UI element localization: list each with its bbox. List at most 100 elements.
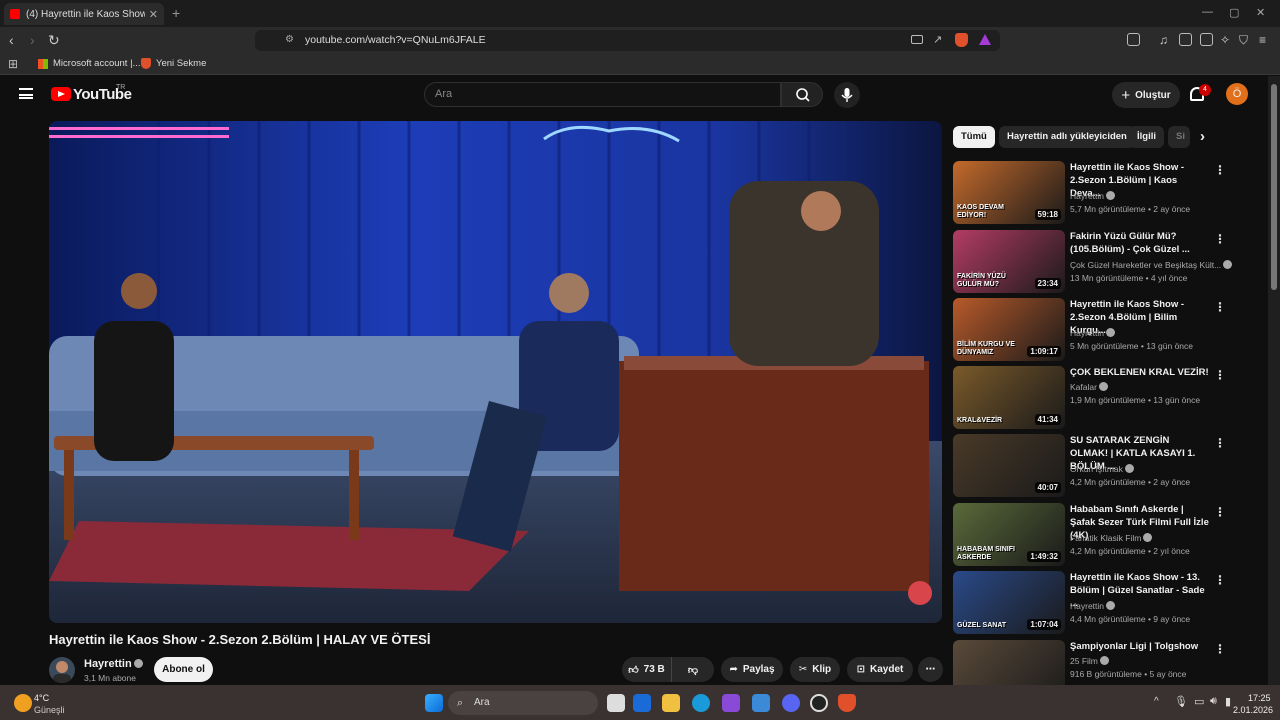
sidebar-icon[interactable] xyxy=(1179,33,1192,46)
apps-grid-icon[interactable]: ⊞ xyxy=(8,57,18,71)
site-info-icon[interactable]: ⚙ xyxy=(285,34,294,45)
media-icon[interactable]: ♫ xyxy=(1159,31,1168,49)
recommendation-item[interactable]: GÜZEL SANAT 1:07:04 Hayrettin ile Kaos Sho… xyxy=(953,571,1268,635)
close-window-icon[interactable]: ✕ xyxy=(1256,6,1265,19)
recommendation-title[interactable]: Şampiyonlar Ligi | Tolgshow xyxy=(1070,640,1210,653)
close-tab-icon[interactable]: ✕ xyxy=(149,8,158,21)
more-vertical-icon[interactable]: ⋮ xyxy=(1214,300,1226,314)
video-thumbnail[interactable]: 40:07 xyxy=(953,434,1065,497)
like-button[interactable]: 👍︎ 73 B xyxy=(622,657,672,682)
video-thumbnail[interactable]: BİLİM KURGU VE DÜNYAMIZ 1:09:17 xyxy=(953,298,1065,361)
channel-name[interactable]: Hayrettin xyxy=(84,658,143,670)
browser-tab[interactable]: (4) Hayrettin ile Kaos Show - 2.Se ✕ xyxy=(4,3,164,25)
more-vertical-icon[interactable]: ⋮ xyxy=(1214,642,1226,656)
recommendation-channel[interactable]: Hayrettin xyxy=(1070,601,1116,611)
clip-button[interactable]: ✂ Klip xyxy=(790,657,840,682)
clock-time[interactable]: 17:25 xyxy=(1248,693,1271,703)
bookmark-microsoft[interactable]: Microsoft account |... xyxy=(38,58,140,69)
battery-icon[interactable]: ▮ xyxy=(1225,695,1231,708)
video-player[interactable] xyxy=(49,121,942,623)
clock-date[interactable]: 2.01.2026 xyxy=(1233,705,1273,715)
cast-icon[interactable] xyxy=(911,35,923,44)
chip-from-uploader[interactable]: Hayrettin adlı yükleyiciden xyxy=(999,126,1135,148)
store-icon[interactable] xyxy=(752,694,770,712)
recommendation-item[interactable]: BİLİM KURGU VE DÜNYAMIZ 1:09:17 Hayrettin … xyxy=(953,298,1268,362)
brave-shields-icon[interactable] xyxy=(955,33,968,47)
scrollbar-thumb[interactable] xyxy=(1271,84,1277,290)
recommendation-channel[interactable]: Orkun Işıtmak xyxy=(1070,464,1134,474)
subscribe-button[interactable]: Abone ol xyxy=(154,657,213,682)
dislike-button[interactable]: 👎︎ xyxy=(672,657,714,682)
share-button[interactable]: ➦ Paylaş xyxy=(721,657,783,682)
address-bar[interactable]: ⚙ youtube.com/watch?v=QNuLm6JFALE ↗ xyxy=(255,30,1000,51)
voice-search-button[interactable] xyxy=(834,82,860,108)
recommendation-title[interactable]: ÇOK BEKLENEN KRAL VEZİR! xyxy=(1070,366,1210,379)
brave-taskbar-icon[interactable] xyxy=(838,694,856,712)
search-input[interactable]: Ara xyxy=(424,82,781,107)
recommendation-channel[interactable]: 25 Film xyxy=(1070,656,1109,666)
video-thumbnail[interactable]: FAKİRİN YÜZÜ GÜLÜR MÜ? 23:34 xyxy=(953,230,1065,293)
more-vertical-icon[interactable]: ⋮ xyxy=(1214,436,1226,450)
recommendation-channel[interactable]: Kafalar xyxy=(1070,382,1108,392)
tray-expand-icon[interactable]: ^ xyxy=(1154,696,1159,707)
screenshot-icon[interactable] xyxy=(1127,33,1140,46)
channel-avatar[interactable] xyxy=(49,657,75,683)
app-icon[interactable] xyxy=(722,694,740,712)
back-icon[interactable]: ‹ xyxy=(9,31,14,49)
recommendation-item[interactable]: KRAL&VEZİR 41:34 ÇOK BEKLENEN KRAL VEZİR! K… xyxy=(953,366,1268,430)
recommendation-item[interactable]: 40:07 SU SATARAK ZENGİN OLMAK! | KATLA KA… xyxy=(953,434,1268,498)
create-button[interactable]: + Oluştur xyxy=(1112,82,1180,108)
volume-icon[interactable]: 🔊︎ xyxy=(1210,695,1217,708)
recommendation-channel[interactable]: Hayrettin xyxy=(1070,328,1116,338)
video-thumbnail[interactable]: KAOS DEVAM EDİYOR! 59:18 xyxy=(953,161,1065,224)
chip-more[interactable]: Si xyxy=(1168,126,1190,148)
chips-next-icon[interactable]: › xyxy=(1200,128,1205,145)
page-scrollbar[interactable] xyxy=(1268,76,1280,685)
weather-sun-icon[interactable] xyxy=(14,694,32,712)
wallet-icon[interactable] xyxy=(1200,33,1213,46)
microphone-tray-icon[interactable]: 🎙︎ xyxy=(1174,695,1188,708)
recommendation-channel[interactable]: Çok Güzel Hareketler ve Beşiktaş Kült... xyxy=(1070,260,1233,270)
forward-icon[interactable]: › xyxy=(30,31,35,49)
video-thumbnail[interactable]: GÜZEL SANAT 1:07:04 xyxy=(953,571,1065,634)
more-vertical-icon[interactable]: ⋮ xyxy=(1214,505,1226,519)
recommendation-item[interactable]: HABABAM SINIFI ASKERDE 1:49:32 Hababam Sın… xyxy=(953,503,1268,567)
recommendation-item[interactable]: KAOS DEVAM EDİYOR! 59:18 Hayrettin ile Kao… xyxy=(953,161,1268,225)
file-explorer-icon[interactable] xyxy=(662,694,680,712)
chip-related[interactable]: İlgili xyxy=(1129,126,1164,148)
new-tab-button[interactable]: + xyxy=(172,5,180,21)
recommendation-item[interactable]: FAKİRİN YÜZÜ GÜLÜR MÜ? 23:34 Fakirin Yüzü … xyxy=(953,230,1268,294)
windows-start-icon[interactable] xyxy=(425,694,443,712)
recommendation-channel[interactable]: Hayrettin xyxy=(1070,191,1116,201)
more-actions-button[interactable]: ⋯ xyxy=(918,657,943,682)
taskbar-search[interactable]: ⌕ Ara xyxy=(448,691,598,715)
save-button[interactable]: ⊡ Kaydet xyxy=(847,657,913,682)
minimize-icon[interactable]: — xyxy=(1202,6,1213,18)
edge-icon[interactable] xyxy=(692,694,710,712)
search-button[interactable] xyxy=(781,82,823,107)
steam-icon[interactable] xyxy=(810,694,828,712)
chip-all[interactable]: Tümü xyxy=(953,126,995,148)
more-vertical-icon[interactable]: ⋮ xyxy=(1214,232,1226,246)
recommendation-channel[interactable]: Fanatik Klasik Film xyxy=(1070,533,1153,543)
user-avatar[interactable]: Ö xyxy=(1226,83,1248,105)
video-thumbnail[interactable]: HABABAM SINIFI ASKERDE 1:49:32 xyxy=(953,503,1065,566)
more-vertical-icon[interactable]: ⋮ xyxy=(1214,573,1226,587)
more-vertical-icon[interactable]: ⋮ xyxy=(1214,368,1226,382)
recommendation-title[interactable]: Fakirin Yüzü Gülür Mü? (105.Bölüm) - Çok… xyxy=(1070,230,1210,256)
menu-icon[interactable]: ≡ xyxy=(1259,31,1266,49)
more-vertical-icon[interactable]: ⋮ xyxy=(1214,163,1226,177)
discord-icon[interactable] xyxy=(782,694,800,712)
youtube-logo-icon[interactable] xyxy=(51,87,71,101)
bookmark-new-tab[interactable]: Yeni Sekme xyxy=(141,58,206,69)
hamburger-menu-icon[interactable] xyxy=(19,88,33,99)
brave-rewards-icon[interactable] xyxy=(979,34,991,45)
leo-ai-icon[interactable]: ✧ xyxy=(1220,31,1230,49)
video-thumbnail[interactable]: KRAL&VEZİR 41:34 xyxy=(953,366,1065,429)
vpn-icon[interactable]: ⛉ xyxy=(1239,31,1248,49)
task-view-icon[interactable] xyxy=(607,694,625,712)
network-icon[interactable]: ▭ xyxy=(1194,695,1204,708)
maximize-icon[interactable]: ▢ xyxy=(1229,6,1239,19)
reload-icon[interactable]: ↻ xyxy=(48,31,60,49)
mail-icon[interactable] xyxy=(633,694,651,712)
